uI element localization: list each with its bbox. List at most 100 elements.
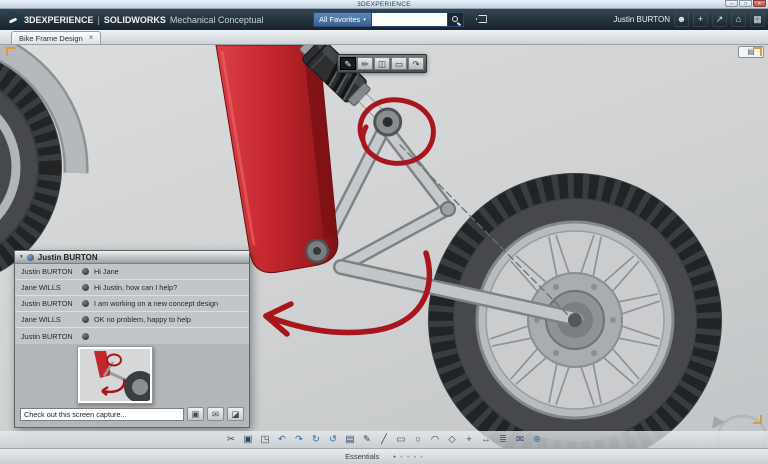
chat-message-text: Hi Justin, how can I help?: [94, 283, 249, 292]
swingarm[interactable]: [323, 127, 455, 273]
toolbar-move-button[interactable]: +: [462, 432, 477, 447]
page-dot[interactable]: ●: [420, 454, 423, 459]
toolbar-line-button[interactable]: ╱: [377, 432, 392, 447]
3ds-compass-logo-icon[interactable]: [5, 12, 20, 27]
markup-toolbar: ✎ ✏ ◫ ▭ ↷: [337, 54, 427, 73]
app-header: 3DEXPERIENCE | SOLIDWORKS Mechanical Con…: [0, 9, 768, 30]
pen-tool-button[interactable]: ✎: [340, 57, 356, 70]
toolbar-new-sheet-button[interactable]: ▤: [343, 432, 358, 447]
share-icon: ↗: [716, 14, 724, 24]
toolbar-circle-button[interactable]: ○: [411, 432, 426, 447]
toolbar-dimension-button[interactable]: ↔: [479, 432, 494, 447]
chat-message-row: Jane WILLS Hi Justin, how can I help?: [15, 280, 249, 296]
search-icon: [452, 16, 458, 22]
user-profile-button[interactable]: ☻: [674, 12, 689, 27]
chevron-down-icon: ▾: [363, 17, 366, 23]
tag-icon: [476, 15, 487, 23]
page-dot[interactable]: ●: [393, 454, 396, 459]
apps-grid-icon: ▦: [753, 14, 762, 24]
favorites-dropdown[interactable]: All Favorites ▾: [313, 12, 372, 27]
toolbar-refresh-button[interactable]: ↺: [326, 432, 341, 447]
user-name: Justin BURTON: [613, 15, 670, 24]
avatar: [82, 284, 89, 291]
maximize-button[interactable]: □: [739, 0, 752, 7]
toolbar-polygon-button[interactable]: ◇: [445, 432, 460, 447]
share-button[interactable]: ↗: [712, 12, 727, 27]
session-corner-top-right: [753, 47, 762, 56]
chat-titlebar[interactable]: ▾ Justin BURTON: [15, 251, 249, 264]
chat-message-input[interactable]: [20, 408, 184, 421]
home-button[interactable]: ⌂: [731, 12, 746, 27]
brand-area: 3DEXPERIENCE | SOLIDWORKS Mechanical Con…: [0, 12, 263, 27]
chevron-down-icon[interactable]: ▾: [20, 254, 23, 260]
toolbar-copy-button[interactable]: ▣: [241, 432, 256, 447]
window-titlebar[interactable]: 3DEXPERIENCE – □ ×: [0, 0, 768, 9]
minimize-button[interactable]: –: [725, 0, 738, 7]
toolbar-undo-button[interactable]: ↶: [275, 432, 290, 447]
frame-tool-button[interactable]: ▭: [391, 57, 407, 70]
avatar: [82, 300, 89, 307]
brand-3dexperience: 3DEXPERIENCE: [24, 15, 94, 25]
redo-arrow-icon: ↷: [412, 59, 419, 69]
toolbar-view-cube-button[interactable]: ◳: [258, 432, 273, 447]
apps-button[interactable]: ▦: [750, 12, 765, 27]
frame-beam-red[interactable]: [216, 45, 338, 273]
chat-screenshot-thumbnail[interactable]: [77, 346, 153, 404]
toolbar-rectangle-button[interactable]: ▭: [394, 432, 409, 447]
status-bar: Essentials ● ● ● ● ●: [0, 448, 768, 464]
search-input[interactable]: [372, 12, 448, 27]
marker-icon: ✏: [361, 59, 368, 69]
toolbar-sketch-button[interactable]: ✎: [360, 432, 375, 447]
page-dots: ● ● ● ● ●: [393, 454, 423, 459]
search-button[interactable]: [448, 12, 464, 27]
toolbar-cut-button[interactable]: ✂: [224, 432, 239, 447]
home-icon: ⌂: [736, 14, 741, 24]
chat-input-bar: ▣ ✉ ◪: [15, 404, 249, 427]
chat-panel: ▾ Justin BURTON Justin BURTON Hi Jane Ja…: [14, 250, 250, 428]
chat-eraser-button[interactable]: ◪: [227, 407, 244, 421]
toolbar-arc-button[interactable]: ◠: [428, 432, 443, 447]
chat-author: Jane WILLS: [15, 283, 77, 292]
eraser-tool-button[interactable]: ◫: [374, 57, 390, 70]
eraser-icon: ◫: [378, 59, 386, 69]
toolbar-layers-button[interactable]: ≣: [496, 432, 511, 447]
chat-message-row: Justin BURTON Hi Jane: [15, 264, 249, 280]
user-icon: ☻: [677, 14, 686, 24]
toolbar-message-button[interactable]: ✉: [513, 432, 528, 447]
command-toolbar: ✂ ▣ ◳ ↶ ↷ ↻ ↺ ▤ ✎ ╱ ▭ ○ ◠ ◇ + ↔ ≣ ✉ ⊕: [0, 431, 768, 448]
chat-copy-button[interactable]: ▣: [187, 407, 204, 421]
page-dot[interactable]: ●: [413, 454, 416, 459]
toolbar-web-button[interactable]: ⊕: [530, 432, 545, 447]
brand-solidworks: SOLIDWORKS: [104, 15, 166, 25]
envelope-icon: ✉: [212, 409, 219, 419]
tab-close-icon[interactable]: ×: [89, 34, 94, 42]
tab-bike-frame-design[interactable]: Bike Frame Design ×: [11, 31, 101, 44]
tag-button[interactable]: [473, 12, 491, 27]
redo-tool-button[interactable]: ↷: [408, 57, 424, 70]
avatar: [82, 316, 89, 323]
marker-tool-button[interactable]: ✏: [357, 57, 373, 70]
eraser-icon: ◪: [231, 409, 239, 419]
session-corner-bottom-right: [753, 415, 762, 424]
thumbnail-image: [80, 349, 150, 401]
chat-message-row: Justin BURTON I am working on a new conc…: [15, 296, 249, 312]
chat-author: Justin BURTON: [15, 267, 77, 276]
3d-viewport[interactable]: ✎ ✏ ◫ ▭ ↷ ▤ ▾ Justin BURTON Justin BURTO…: [0, 45, 768, 448]
close-button[interactable]: ×: [753, 0, 766, 7]
toolbar-rotate-view-button[interactable]: ↻: [309, 432, 324, 447]
brand-edition: Mechanical Conceptual: [170, 15, 264, 25]
avatar: [82, 333, 89, 340]
add-content-button[interactable]: +: [693, 12, 708, 27]
toolbar-redo-button[interactable]: ↷: [292, 432, 307, 447]
search-cluster: All Favorites ▾: [313, 12, 491, 27]
chat-author: Jane WILLS: [15, 315, 77, 324]
plus-icon: +: [698, 14, 703, 24]
status-label: Essentials: [345, 452, 379, 461]
page-dot[interactable]: ●: [407, 454, 410, 459]
chat-author: Justin BURTON: [15, 332, 77, 341]
chat-contact-icon: [27, 254, 34, 261]
chat-email-button[interactable]: ✉: [207, 407, 224, 421]
tab-bar: Bike Frame Design ×: [0, 30, 768, 45]
chat-message-text: OK no problem, happy to help: [94, 315, 249, 324]
page-dot[interactable]: ●: [400, 454, 403, 459]
